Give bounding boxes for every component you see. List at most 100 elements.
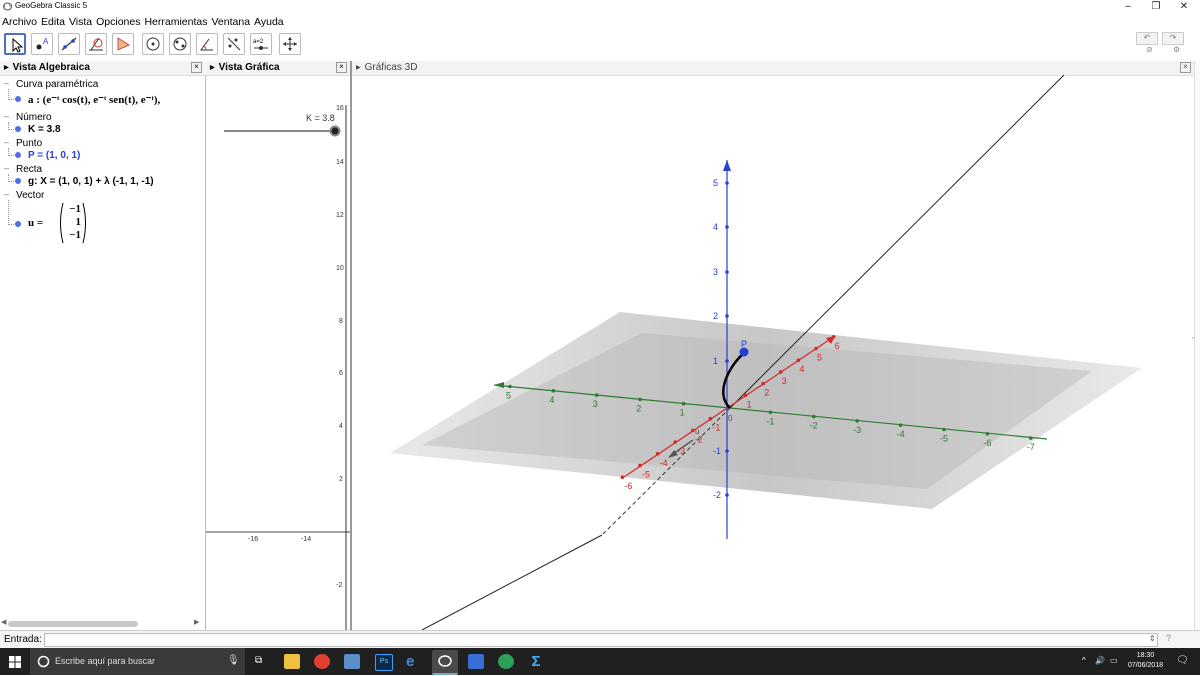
geogebra-taskbar-icon[interactable] xyxy=(432,650,458,675)
photos-icon[interactable] xyxy=(344,654,360,669)
visibility-dot[interactable] xyxy=(15,152,21,158)
menu-vista[interactable]: Vista xyxy=(67,14,94,30)
menu-ventana[interactable]: Ventana xyxy=(210,14,253,30)
visibility-dot[interactable] xyxy=(15,221,21,227)
circle-tool-button[interactable] xyxy=(142,33,164,55)
chrome-icon[interactable] xyxy=(314,654,330,669)
graphics-view-header[interactable]: ▶ Vista Gráfica × xyxy=(206,61,350,76)
volume-icon[interactable]: 🔊 xyxy=(1095,656,1105,665)
curve-a-row[interactable]: a : (e⁻ᵗ cos(t), e⁻ᵗ sen(t), e⁻ᵗ), xyxy=(28,93,160,106)
taskbar-search-box[interactable]: Escribe aquí para buscar 🎙 xyxy=(30,648,245,675)
settings-gear-icon[interactable]: ⚙ xyxy=(1173,45,1180,54)
visibility-dot[interactable] xyxy=(15,126,21,132)
z-axis-tick-label: 2 xyxy=(713,311,718,321)
z-axis-tick-label: 3 xyxy=(713,267,718,277)
microphone-icon[interactable]: 🎙 xyxy=(227,655,240,666)
reflect-tool-button[interactable] xyxy=(223,33,245,55)
task-view-icon[interactable]: ⧉ xyxy=(255,655,262,666)
collapse-triangle-icon[interactable]: ▶ xyxy=(4,61,9,75)
ellipse-tool-button[interactable] xyxy=(169,33,191,55)
y-axis-neg-tick-mark xyxy=(1029,436,1033,440)
category-parametric-curve: Curva paramétrica xyxy=(16,79,99,90)
app-icon[interactable] xyxy=(468,654,484,669)
line-g-row[interactable]: g: X = (1, 0, 1) + λ (-1, 1, -1) xyxy=(28,176,154,187)
origin-label: 0 xyxy=(728,414,733,423)
notifications-icon[interactable]: 🗨 xyxy=(1176,655,1189,666)
collapse-minus-icon[interactable]: – xyxy=(4,111,9,121)
graphics-view-2d[interactable]: 16 14 12 10 8 6 4 2 -2 -16 -14 K = 3.8 xyxy=(206,75,350,630)
menu-ayuda[interactable]: Ayuda xyxy=(252,14,286,30)
menu-archivo[interactable]: Archivo xyxy=(0,14,39,30)
conic-icon xyxy=(173,37,187,51)
scrollbar-thumb[interactable] xyxy=(8,621,138,627)
maximize-button[interactable]: ❐ xyxy=(1142,0,1170,14)
number-k-row[interactable]: K = 3.8 xyxy=(28,124,61,135)
slider-k-handle[interactable] xyxy=(329,125,341,137)
point-tool-button[interactable]: A xyxy=(31,33,53,55)
visibility-dot[interactable] xyxy=(15,96,21,102)
graphics-3d-canvas[interactable]: P 0 u 54321-1-2123456-1-2-3-4-5-612345-1… xyxy=(352,74,1194,631)
move-view-icon xyxy=(283,37,297,51)
graphics3d-view-header[interactable]: ▶ Gráficas 3D × xyxy=(352,61,1194,76)
close-graphics3d-view-icon[interactable]: × xyxy=(1180,62,1191,73)
close-algebra-view-icon[interactable]: × xyxy=(191,62,202,73)
angle-tool-button[interactable] xyxy=(196,33,218,55)
y-axis-neg-tick-label: -5 xyxy=(940,434,948,444)
sigma-app-icon[interactable]: Σ xyxy=(528,654,544,669)
file-explorer-icon[interactable] xyxy=(284,654,300,669)
tray-chevron-icon[interactable]: ^ xyxy=(1082,656,1086,665)
y-axis-neg-tick-label: -4 xyxy=(897,429,905,439)
algebra-view-header[interactable]: ▶ Vista Algebraica × xyxy=(0,61,205,76)
line-tool-button[interactable] xyxy=(58,33,80,55)
network-icon[interactable]: ▭ xyxy=(1110,656,1118,665)
z-axis-tick-mark xyxy=(725,359,729,363)
polygon-tool-button[interactable] xyxy=(112,33,134,55)
collapse-triangle-icon[interactable]: ▶ xyxy=(210,61,215,75)
minimize-button[interactable]: – xyxy=(1114,0,1142,14)
vector-component-z: −1 xyxy=(69,229,81,241)
point-p-row[interactable]: P = (1, 0, 1) xyxy=(28,150,80,161)
scroll-left-icon[interactable]: ◀ xyxy=(1,618,6,626)
windows-start-icon[interactable] xyxy=(9,656,21,668)
z-axis-tick-mark xyxy=(725,314,729,318)
visibility-dot[interactable] xyxy=(15,178,21,184)
x-axis-neg-tick-label: -5 xyxy=(642,470,650,480)
menu-edita[interactable]: Edita xyxy=(39,14,67,30)
title-bar: GeoGebra Classic 5 – ❐ ✕ xyxy=(0,0,1200,14)
collapse-minus-icon[interactable]: – xyxy=(4,189,9,199)
line-g-lower[interactable] xyxy=(421,534,603,631)
redo-button[interactable]: ↷ xyxy=(1162,32,1184,45)
right-scroll-strip[interactable] xyxy=(1194,61,1200,630)
chrome-profile-icon[interactable] xyxy=(498,654,514,669)
move-view-tool-button[interactable] xyxy=(279,33,301,55)
y-axis-tick-label: 1 xyxy=(680,408,685,418)
polygon-icon xyxy=(117,37,131,51)
category-number: Número xyxy=(16,112,52,123)
graphics-view-3d[interactable]: P 0 u 5 4 3 2 1 -1 -2 1 2 3 4 5 6 -1 -2 -3 -4 -5 -6 1 2 3 4 5 -1… xyxy=(352,74,1198,631)
photoshop-icon[interactable]: Ps xyxy=(375,654,393,671)
help-icon[interactable]: ⊘ xyxy=(1146,45,1153,54)
menu-opciones[interactable]: Opciones xyxy=(94,14,142,30)
graphics-2d-canvas[interactable]: 16 14 12 10 8 6 4 2 -2 -16 -14 K = 3.8 xyxy=(206,75,350,630)
y-axis-neg-tick-label: -1 xyxy=(766,416,774,426)
input-help-icon[interactable]: ? xyxy=(1166,633,1171,643)
close-graphics-view-icon[interactable]: × xyxy=(336,62,347,73)
collapse-triangle-icon[interactable]: ▶ xyxy=(356,61,361,75)
input-dropdown-icon[interactable]: ⇕ xyxy=(1149,634,1156,643)
menu-herramientas[interactable]: Herramientas xyxy=(142,14,209,30)
algebra-horizontal-scrollbar[interactable]: ◀ ▶ xyxy=(1,618,202,628)
move-tool-button[interactable] xyxy=(4,33,26,55)
y-axis-neg-tick-label: -7 xyxy=(1027,442,1035,452)
slider-tool-button[interactable]: a=2 xyxy=(250,33,272,55)
collapse-minus-icon[interactable]: – xyxy=(4,163,9,173)
collapse-minus-icon[interactable]: – xyxy=(4,78,9,88)
perpendicular-tool-button[interactable] xyxy=(85,33,107,55)
edge-icon[interactable]: e xyxy=(406,654,422,669)
collapse-minus-icon[interactable]: – xyxy=(4,137,9,147)
input-field[interactable] xyxy=(44,633,1158,647)
close-button[interactable]: ✕ xyxy=(1170,0,1198,14)
taskbar-clock[interactable]: 18:30 07/06/2018 xyxy=(1128,651,1163,671)
scroll-right-icon[interactable]: ▶ xyxy=(194,618,199,626)
undo-button[interactable]: ↶ xyxy=(1136,32,1158,45)
algebra-view-title: Vista Algebraica xyxy=(12,62,90,73)
